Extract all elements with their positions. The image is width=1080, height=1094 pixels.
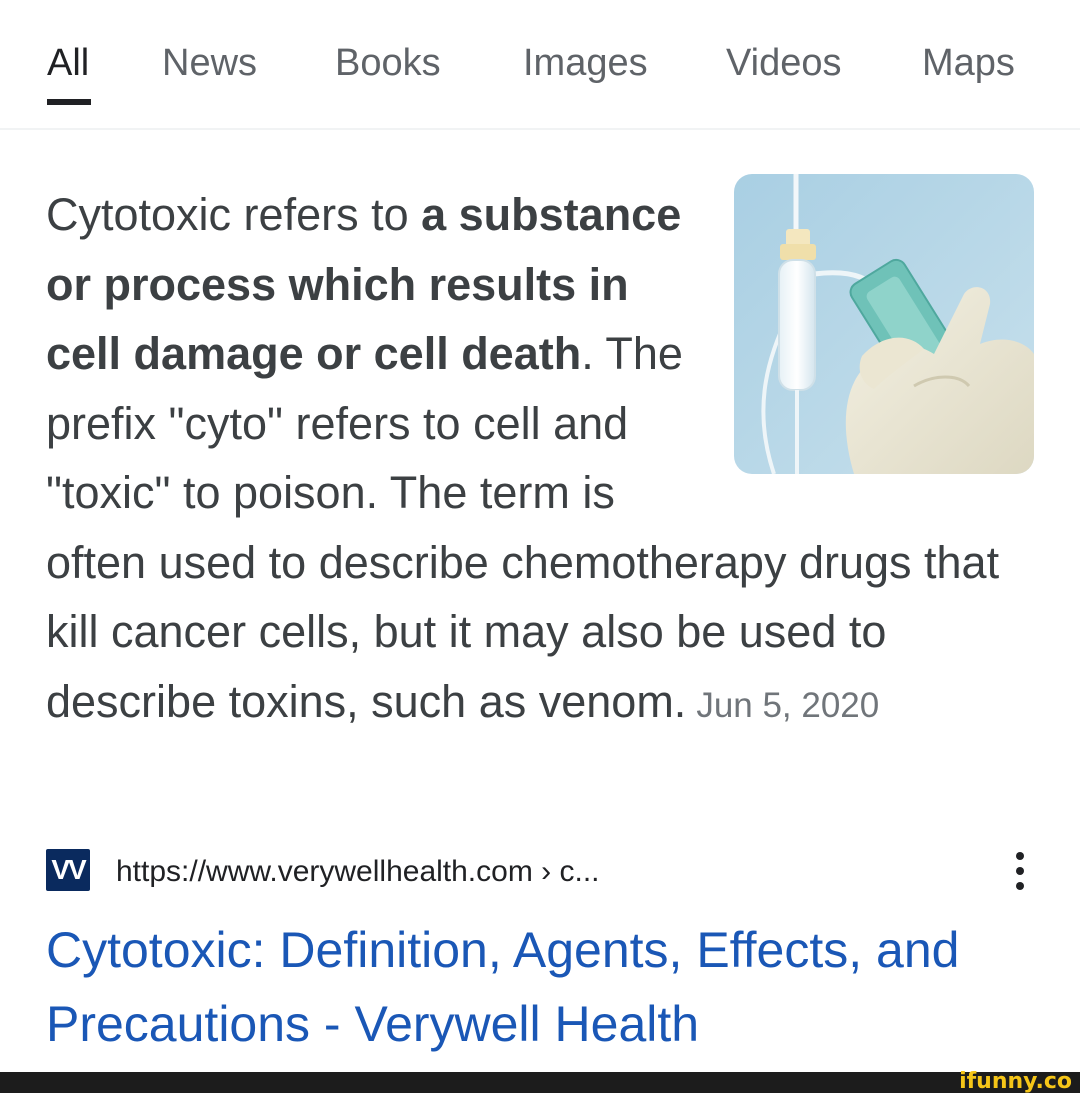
watermark-bar: ifunny.co	[0, 1069, 1080, 1094]
snippet-date: Jun 5, 2020	[696, 685, 880, 725]
snippet-image[interactable]	[734, 174, 1034, 474]
ifunny-watermark: ifunny.co	[959, 1069, 1072, 1094]
tab-videos[interactable]: Videos	[726, 40, 842, 86]
source-row: VV https://www.verywellhealth.com › c...	[46, 846, 1036, 898]
tab-news[interactable]: News	[162, 40, 257, 86]
snippet-lead: Cytotoxic refers to	[46, 189, 422, 240]
search-tabs: All News Books Images Videos Maps	[0, 0, 1080, 130]
result-title-link[interactable]: Cytotoxic: Definition, Agents, Effects, …	[46, 913, 1046, 1061]
tab-images[interactable]: Images	[523, 40, 648, 86]
verywell-favicon-icon: VV	[46, 849, 90, 891]
tab-all[interactable]: All	[47, 40, 89, 86]
source-url[interactable]: https://www.verywellhealth.com › c...	[116, 850, 600, 894]
more-vertical-icon[interactable]	[1012, 852, 1028, 892]
iv-drip-bag-icon	[734, 174, 1034, 474]
featured-snippet: Cytotoxic refers to a substance or proce…	[46, 174, 1036, 740]
active-tab-indicator	[47, 99, 91, 105]
tab-maps[interactable]: Maps	[922, 40, 1015, 86]
tab-books[interactable]: Books	[335, 40, 441, 86]
